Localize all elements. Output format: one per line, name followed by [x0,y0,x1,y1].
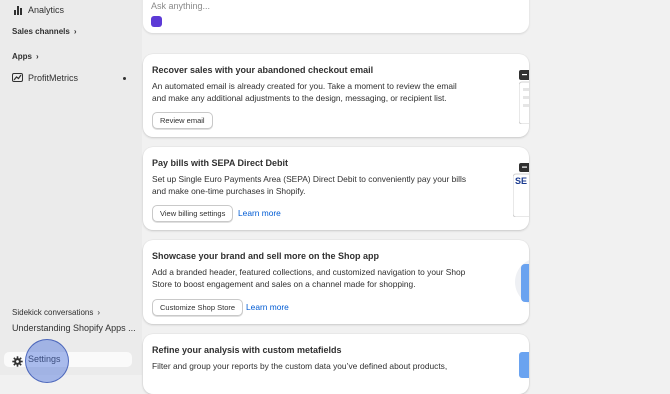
section-sidekick-conversations[interactable]: Sidekick conversations › [12,308,100,317]
section-apps[interactable]: Apps › [12,52,39,61]
chevron-right-icon: › [73,27,77,36]
nav-item-profitmetrics[interactable]: ProfitMetrics [12,72,78,83]
card-sepa-direct-debit: Pay bills with SEPA Direct Debit Set up … [143,147,529,230]
card-shop-app: Showcase your brand and sell more on the… [143,240,529,324]
card-title: Recover sales with your abandoned checko… [152,65,374,75]
card-description: Filter and group your reports by the cus… [152,361,448,371]
ask-input-placeholder: Ask anything... [151,1,211,11]
card-abandoned-checkout: Recover sales with your abandoned checko… [143,54,529,137]
nav-item-analytics[interactable]: Analytics [12,4,64,15]
card-description: Set up Single Euro Payments Area (SEPA) … [152,174,467,196]
cursor-highlight [25,339,69,383]
sepa-logo-text: SE [515,176,528,186]
card-custom-metafields: Refine your analysis with custom metafie… [143,334,529,394]
section-sales-channels[interactable]: Sales channels › [12,27,76,36]
pin-dot [123,77,126,80]
card-title: Pay bills with SEPA Direct Debit [152,158,289,168]
metafields-illustration [515,348,529,378]
chevron-right-icon: › [97,308,101,317]
gear-icon [12,354,23,367]
card-title: Refine your analysis with custom metafie… [152,345,342,355]
ask-sidekick-box[interactable]: Ask anything... [143,0,529,33]
sidebar: Analytics Sales channels › Apps › Profit… [0,0,142,375]
card-title: Showcase your brand and sell more on the… [152,251,380,261]
view-billing-settings-button[interactable]: View billing settings [152,205,234,222]
card-description: An automated email is already created fo… [152,81,457,103]
customize-shop-store-button[interactable]: Customize Shop Store [152,299,244,316]
shop-app-illustration [515,256,529,310]
sidekick-bot-icon [151,16,162,27]
sidekick-conversation-item[interactable]: Understanding Shopify Apps ... [12,323,136,333]
sidekick-conversation-label: Understanding Shopify Apps ... [12,323,136,333]
sepa-illustration: SE [513,161,529,217]
sales-channels-label: Sales channels [12,27,70,36]
nav-item-analytics-label: Analytics [28,4,65,15]
chevron-right-icon: › [36,52,39,61]
learn-more-link[interactable]: Learn more [246,302,289,312]
sidekick-label: Sidekick conversations [12,308,94,317]
apps-label: Apps [12,52,32,61]
email-illustration [519,68,529,124]
nav-item-profitmetrics-label: ProfitMetrics [28,72,79,83]
review-email-button[interactable]: Review email [152,112,213,129]
card-description: Add a branded header, featured collectio… [152,267,466,289]
bar-chart-icon [12,4,23,15]
trend-line-icon [12,72,23,83]
learn-more-link[interactable]: Learn more [238,208,281,218]
